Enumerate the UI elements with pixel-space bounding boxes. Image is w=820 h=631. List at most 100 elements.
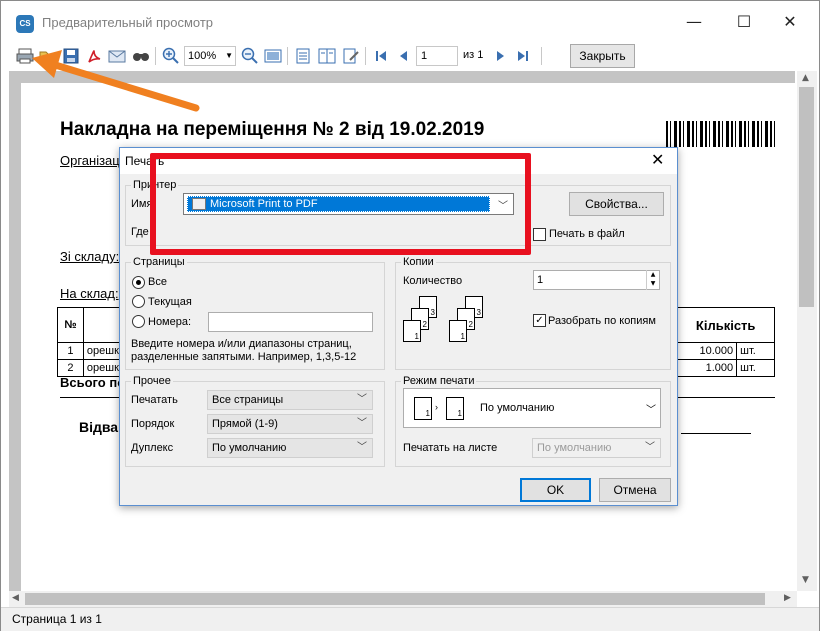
to-warehouse-label: На склад: bbox=[60, 286, 119, 301]
scroll-left-icon[interactable]: ◀ bbox=[12, 593, 19, 603]
order-value: Прямой (1-9) bbox=[212, 418, 278, 430]
next-page-icon[interactable] bbox=[490, 46, 510, 66]
page-icon: 1 bbox=[414, 397, 432, 420]
pages-current-label: Текущая bbox=[148, 296, 192, 308]
page-setup-icon[interactable] bbox=[341, 46, 361, 66]
print-to-file-checkbox[interactable] bbox=[533, 228, 546, 241]
first-page-icon[interactable] bbox=[371, 46, 391, 66]
horizontal-scrollbar[interactable]: ◀ ▶ bbox=[9, 591, 797, 607]
page-copy-icon: 1 bbox=[449, 320, 467, 342]
scroll-thumb[interactable] bbox=[25, 593, 765, 605]
collate-illustration: 3 2 1 3 2 1 bbox=[403, 296, 483, 352]
open-icon[interactable] bbox=[38, 46, 58, 66]
spin-up-icon[interactable]: ▲ bbox=[647, 270, 659, 279]
maximize-button[interactable]: ☐ bbox=[729, 9, 759, 35]
zoom-in-icon[interactable] bbox=[161, 46, 181, 66]
window-title: Предварительный просмотр bbox=[42, 15, 214, 30]
toolbar-separator bbox=[287, 47, 288, 65]
pages-all-radio[interactable] bbox=[132, 276, 145, 289]
duplex-label: Дуплекс bbox=[131, 442, 174, 454]
ok-button[interactable]: OK bbox=[520, 478, 591, 502]
page-copy-icon: 1 bbox=[403, 320, 421, 342]
print-mode-select[interactable]: 1 › 1 По умолчанию ﹀ bbox=[403, 388, 661, 428]
page-number-input[interactable]: 1 bbox=[416, 46, 458, 66]
find-icon[interactable] bbox=[131, 46, 151, 66]
page-width-icon[interactable] bbox=[263, 46, 283, 66]
scroll-right-icon[interactable]: ▶ bbox=[784, 593, 791, 603]
zoom-out-icon[interactable] bbox=[240, 46, 260, 66]
signature-label: Відва bbox=[79, 419, 119, 435]
pdf-icon[interactable] bbox=[84, 46, 104, 66]
order-label: Порядок bbox=[131, 418, 175, 430]
print-mode-value: По умолчанию bbox=[480, 402, 555, 414]
row-number: 2 bbox=[57, 359, 84, 377]
pages-hint-line2: разделенные запятыми. Например, 1,3,5-12 bbox=[131, 351, 357, 363]
copies-count-value: 1 bbox=[537, 274, 544, 286]
printer-properties-button[interactable]: Свойства... bbox=[569, 192, 664, 216]
vertical-scrollbar[interactable]: ▲ ▼ bbox=[797, 71, 817, 591]
pages-numbers-radio[interactable] bbox=[132, 315, 145, 328]
toolbar: 100% ▼ bbox=[1, 41, 819, 71]
print-to-file-label: Печать в файл bbox=[549, 228, 625, 240]
close-preview-button[interactable]: Закрыть bbox=[570, 44, 635, 68]
scroll-up-icon[interactable]: ▲ bbox=[802, 73, 809, 83]
print-on-sheet-select: По умолчанию ﹀ bbox=[532, 438, 661, 458]
scroll-thumb[interactable] bbox=[799, 87, 814, 307]
scroll-down-icon[interactable]: ▼ bbox=[802, 575, 809, 585]
pages-current-radio[interactable] bbox=[132, 295, 145, 308]
row-unit: шт. bbox=[736, 359, 775, 377]
organization-label: Організац bbox=[60, 153, 120, 168]
copies-count-label: Количество bbox=[403, 275, 463, 287]
page-numbers-input[interactable] bbox=[208, 312, 373, 332]
row-number: 1 bbox=[57, 342, 84, 360]
save-icon[interactable] bbox=[61, 46, 81, 66]
print-on-sheet-value: По умолчанию bbox=[537, 442, 612, 454]
group-title: Копии bbox=[401, 256, 436, 268]
print-on-sheet-label: Печатать на листе bbox=[403, 442, 498, 454]
title-bar: CS Предварительный просмотр — ☐ ✕ bbox=[1, 1, 819, 41]
from-warehouse-label: Зі складу: bbox=[60, 249, 120, 264]
collate-checkbox[interactable]: ✓ bbox=[533, 314, 546, 327]
copies-spinner[interactable]: ▲ ▼ bbox=[646, 270, 659, 290]
total-label: Всього по bbox=[60, 375, 126, 390]
chevron-down-icon: ▼ bbox=[225, 51, 233, 60]
chevron-down-icon: ﹀ bbox=[645, 442, 655, 453]
zoom-select[interactable]: 100% ▼ bbox=[184, 46, 236, 66]
two-pages-icon[interactable] bbox=[317, 46, 337, 66]
chevron-down-icon: ﹀ bbox=[357, 442, 367, 453]
print-range-select[interactable]: Все страницы ﹀ bbox=[207, 390, 373, 410]
one-page-icon[interactable] bbox=[293, 46, 313, 66]
signature-line bbox=[681, 433, 751, 434]
chevron-down-icon: ﹀ bbox=[357, 418, 367, 429]
cancel-button[interactable]: Отмена bbox=[599, 478, 671, 502]
email-icon[interactable] bbox=[107, 46, 127, 66]
chevron-down-icon: ﹀ bbox=[646, 405, 656, 416]
close-icon[interactable]: ✕ bbox=[651, 150, 664, 169]
pages-hint-line1: Введите номера и/или диапазоны страниц, bbox=[131, 338, 352, 350]
duplex-value: По умолчанию bbox=[212, 442, 287, 454]
row-unit: шт. bbox=[736, 342, 775, 360]
spin-down-icon[interactable]: ▼ bbox=[647, 279, 659, 288]
toolbar-separator bbox=[365, 47, 366, 65]
document-title: Накладна на переміщення № 2 від 19.02.20… bbox=[60, 119, 485, 140]
group-title: Прочее bbox=[131, 375, 173, 387]
print-range-value: Все страницы bbox=[212, 394, 284, 406]
pages-numbers-label: Номера: bbox=[148, 316, 192, 328]
arrow-right-icon: › bbox=[435, 402, 438, 412]
print-icon[interactable] bbox=[15, 46, 35, 66]
highlight-box bbox=[150, 153, 531, 255]
duplex-select[interactable]: По умолчанию ﹀ bbox=[207, 438, 373, 458]
status-bar: Страница 1 из 1 bbox=[1, 607, 819, 631]
last-page-icon[interactable] bbox=[513, 46, 533, 66]
minimize-button[interactable]: — bbox=[679, 9, 709, 35]
copies-count-input[interactable]: 1 ▲ ▼ bbox=[533, 270, 660, 290]
column-header-number: № bbox=[57, 307, 84, 343]
status-text: Страница 1 из 1 bbox=[12, 612, 102, 626]
prev-page-icon[interactable] bbox=[394, 46, 414, 66]
row-quantity: 1.000 bbox=[676, 359, 738, 377]
order-select[interactable]: Прямой (1-9) ﹀ bbox=[207, 414, 373, 434]
barcode-image bbox=[666, 121, 776, 147]
row-quantity: 10.000 bbox=[676, 342, 738, 360]
close-window-button[interactable]: ✕ bbox=[775, 9, 805, 35]
pages-all-label: Все bbox=[148, 276, 167, 288]
